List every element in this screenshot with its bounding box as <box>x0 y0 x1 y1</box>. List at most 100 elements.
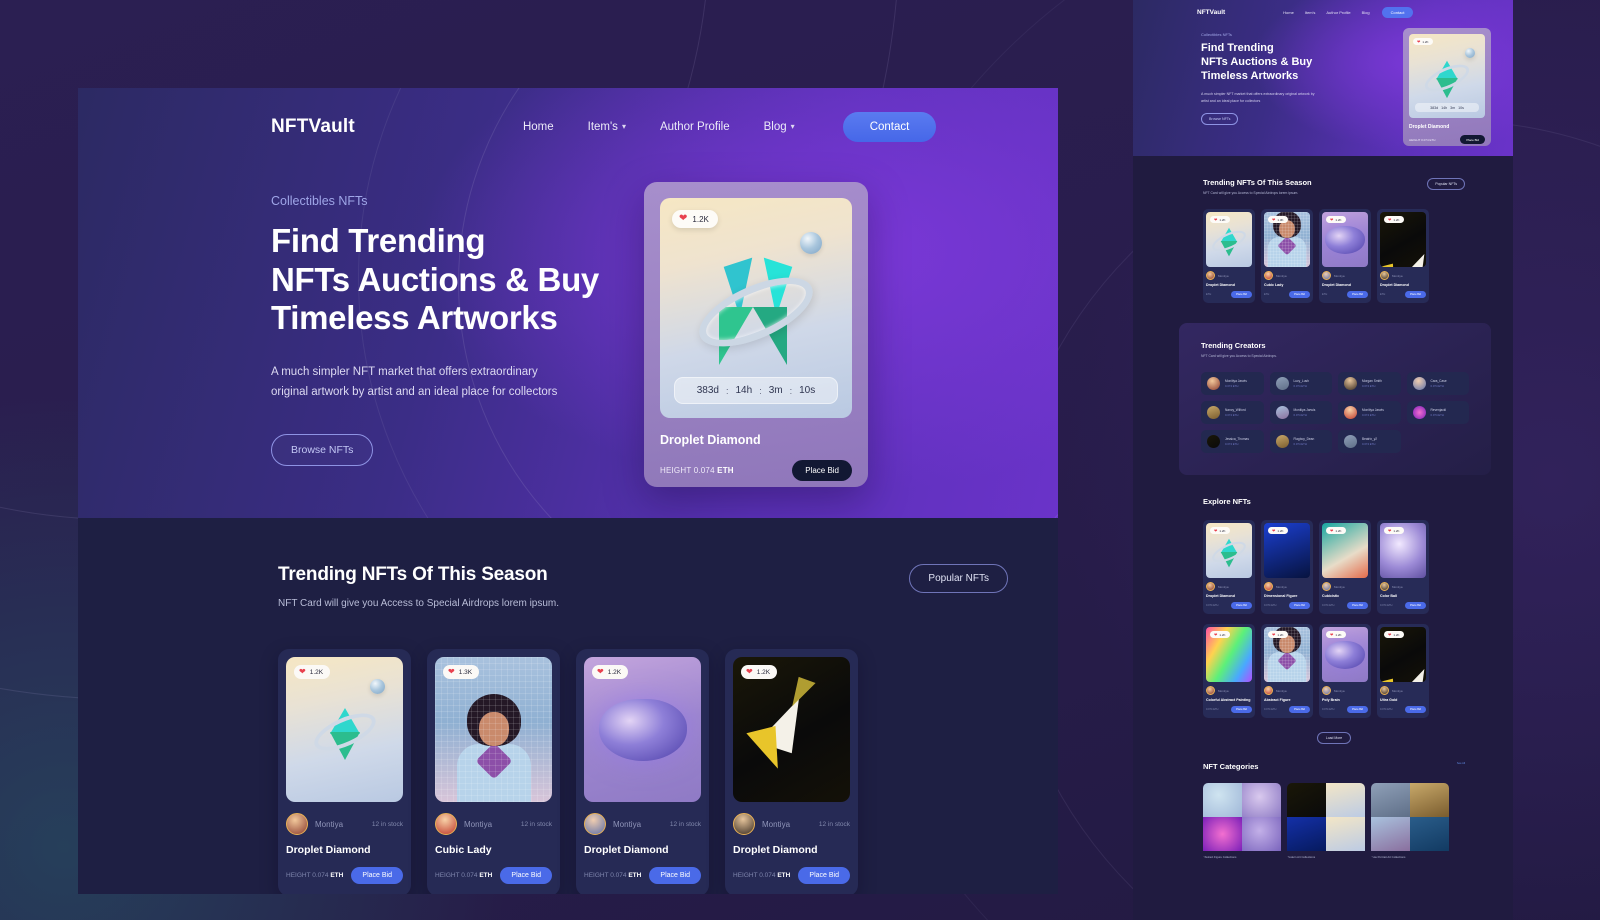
preview-nft-card[interactable]: ❤ 1.2K Montiya Color Ball 0.074 ETH Place … <box>1377 520 1429 614</box>
like-badge[interactable]: ❤ 1.3K <box>443 665 480 679</box>
preview-nav-item-author-profile[interactable]: Author Profile <box>1326 10 1350 15</box>
place-bid-button[interactable]: Place Bid <box>792 460 852 481</box>
like-badge[interactable]: ❤ 1.2K <box>1413 38 1433 45</box>
nft-card[interactable]: ❤ 1.2K Montiya 12 in stock Droplet Diamo… <box>278 649 411 894</box>
preview-browse-nfts-button[interactable]: Browse NFTs <box>1201 113 1239 126</box>
preview-place-bid-button[interactable]: Place Bid <box>1289 706 1310 713</box>
preview-place-bid-button[interactable]: Place Bid <box>1347 706 1368 713</box>
like-badge[interactable]: ❤ 1.2K <box>1210 631 1230 638</box>
preview-nft-card[interactable]: ❤ 1.2K Montiya Droplet Diamond ETH Place… <box>1319 209 1371 303</box>
like-badge[interactable]: ❤ 1.2K <box>592 665 629 679</box>
preview-hero-nft-card[interactable]: ❤ 1.2K 383d 14h 3m 10s Droplet Diamond H… <box>1403 28 1491 146</box>
nav-item-home[interactable]: Home <box>523 121 554 133</box>
creator-card[interactable]: Monitiya Jarwis 0.074 ETH <box>1201 372 1264 395</box>
preview-place-bid-button[interactable]: Place Bid <box>1231 602 1252 609</box>
avatar <box>1275 406 1289 419</box>
preview-place-bid-button[interactable]: Place Bid <box>1289 291 1310 298</box>
brand-logo[interactable]: NFTVault <box>271 116 355 138</box>
like-badge[interactable]: ❤ 1.2K <box>1384 527 1404 534</box>
creator-card[interactable]: Monitiya Jarwis 0.074 ETH <box>1269 401 1332 424</box>
like-badge[interactable]: ❤ 1.2K <box>1210 216 1230 223</box>
see-all-link[interactable]: See All <box>1457 762 1465 765</box>
nft-card[interactable]: ❤ 1.2K Montiya 12 in stock Droplet Diamo… <box>576 649 709 894</box>
preview-popular-nfts-button[interactable]: Popular NFTs <box>1427 178 1465 190</box>
like-badge[interactable]: ❤ 1.2K <box>1326 216 1346 223</box>
contact-button[interactable]: Contact <box>842 112 937 142</box>
preview-place-bid-button[interactable]: Place Bid <box>1405 706 1426 713</box>
creator-card[interactable]: Flagboy_Dean 0.074 ETH <box>1269 430 1332 453</box>
like-badge[interactable]: ❤ 1.2K <box>1210 527 1230 534</box>
preview-nft-thumbnail: ❤ 1.2K <box>1380 627 1426 682</box>
preview-nft-footer: ETH Place Bid <box>1380 291 1426 298</box>
place-bid-button[interactable]: Place Bid <box>798 867 850 884</box>
preview-brand-logo[interactable]: NFTVault <box>1197 9 1225 16</box>
place-bid-button[interactable]: Place Bid <box>500 867 552 884</box>
category-tile <box>1203 817 1242 851</box>
creator-name: Flagboy_Dean <box>1293 437 1315 441</box>
preview-nft-author: Montiya <box>1218 688 1229 693</box>
place-bid-button[interactable]: Place Bid <box>649 867 701 884</box>
preview-nft-card[interactable]: ❤ 1.2K Montiya Cubicistic 0.074 ETH Place … <box>1319 520 1371 614</box>
nav-item-items[interactable]: Item's ▾ <box>588 121 626 133</box>
preview-nav-item-blog[interactable]: Blog <box>1362 10 1370 15</box>
browse-nfts-button[interactable]: Browse NFTs <box>271 434 374 467</box>
preview-nft-card[interactable]: ❤ 1.2K Montiya Ultra Gold 0.074 ETH Place … <box>1377 624 1429 718</box>
preview-nft-card[interactable]: ❤ 1.3K Montiya Cubic Lady ETH Place Bid <box>1261 209 1313 303</box>
like-badge[interactable]: ❤ 1.2K <box>1268 631 1288 638</box>
creator-card[interactable]: Cara_Case 0.074 ETH <box>1406 372 1469 395</box>
nav-item-blog[interactable]: Blog ▾ <box>764 121 795 133</box>
creator-card[interactable]: Beatrix_y2 0.074 ETH <box>1338 430 1401 453</box>
like-badge[interactable]: ❤ 1.3K <box>1268 216 1288 223</box>
nft-card[interactable]: ❤ 1.2K Montiya 12 in stock Droplet Diamo… <box>725 649 858 894</box>
preview-place-bid-button[interactable]: Place Bid <box>1460 135 1485 144</box>
creator-card[interactable]: Nancy_Wilford 0.074 ETH <box>1201 401 1264 424</box>
preview-nft-price: ETH <box>1206 293 1212 296</box>
preview-place-bid-button[interactable]: Place Bid <box>1231 291 1252 298</box>
nav-item-author-profile[interactable]: Author Profile <box>660 121 730 133</box>
preview-nft-card[interactable]: ❤ 1.2K Montiya Droplet Diamond 0.074 ETH P… <box>1203 520 1255 614</box>
like-badge[interactable]: ❤ 1.2K <box>1384 631 1404 638</box>
nft-footer: HEIGHT 0.074 ETH Place Bid <box>733 867 850 884</box>
preview-place-bid-button[interactable]: Place Bid <box>1347 602 1368 609</box>
preview-place-bid-button[interactable]: Place Bid <box>1231 706 1252 713</box>
preview-nft-card[interactable]: ❤ 1.2K Montiya Droplet Diamond ETH Place… <box>1377 209 1429 303</box>
preview-nft-card[interactable]: ❤ 1.2K Montiya Droplet Diamond ETH Place… <box>1203 209 1255 303</box>
preview-place-bid-button[interactable]: Place Bid <box>1289 602 1310 609</box>
like-badge[interactable]: ❤ 1.2K <box>1384 216 1404 223</box>
shard-artwork <box>1380 678 1398 682</box>
creator-card[interactable]: Jessica_Thomas 0.074 ETH <box>1201 430 1264 453</box>
full-page-preview[interactable]: NFTVault Home Item's Author Profile Blog… <box>1133 0 1513 920</box>
place-bid-button[interactable]: Place Bid <box>351 867 403 884</box>
hero-nft-card[interactable]: ❤ 1.2K 383d : 14h : 3m : 10s Droplet Dia… <box>644 182 868 487</box>
like-badge[interactable]: ❤ 1.2K <box>672 210 718 228</box>
creator-card[interactable]: Revenjackl 0.074 ETH <box>1406 401 1469 424</box>
like-badge[interactable]: ❤ 1.2K <box>294 665 331 679</box>
creator-info: Monitiya Jarwis 0.074 ETH <box>1362 408 1384 417</box>
creator-card[interactable]: Lucy_Lush 0.074 ETH <box>1269 372 1332 395</box>
popular-nfts-button[interactable]: Popular NFTs <box>909 564 1008 593</box>
creator-card[interactable]: Monitiya Jarwis 0.074 ETH <box>1338 401 1401 424</box>
preview-nft-card[interactable]: ❤ 1.2K Montiya Poly Brain 0.074 ETH Place … <box>1319 624 1371 718</box>
preview-place-bid-button[interactable]: Place Bid <box>1347 291 1368 298</box>
preview-nav-item-home[interactable]: Home <box>1283 10 1294 15</box>
preview-place-bid-button[interactable]: Place Bid <box>1405 602 1426 609</box>
preview-nav-item-items[interactable]: Item's <box>1305 10 1316 15</box>
preview-nft-card[interactable]: ❤ 1.2K Montiya Dimensional Figure 0.074 E… <box>1261 520 1313 614</box>
category-card[interactable]: Cute Portrait Art Collections <box>1371 783 1449 859</box>
heart-icon: ❤ <box>448 667 455 676</box>
like-badge[interactable]: ❤ 1.2K <box>741 665 778 679</box>
preview-contact-button[interactable]: Contact <box>1381 7 1414 18</box>
load-more-button[interactable]: Load More <box>1316 732 1352 744</box>
like-badge[interactable]: ❤ 1.2K <box>1326 527 1346 534</box>
preview-nft-card[interactable]: ❤ 1.2K Montiya Colorful Abstract Painting… <box>1203 624 1255 718</box>
like-badge[interactable]: ❤ 1.2K <box>1326 631 1346 638</box>
preview-place-bid-button[interactable]: Place Bid <box>1405 291 1426 298</box>
creator-card[interactable]: Morgan Smith 0.074 ETH <box>1338 372 1401 395</box>
nft-card[interactable]: ❤ 1.3K Montiya 12 in stock Cubic Lady HE… <box>427 649 560 894</box>
category-tile <box>1242 783 1281 817</box>
category-card[interactable]: Abstract Figure Collections <box>1203 783 1281 859</box>
preview-nft-card[interactable]: ❤ 1.2K Montiya Abstract Figure 0.074 ETH P… <box>1261 624 1313 718</box>
preview-nft-author: Montiya <box>1218 273 1229 278</box>
category-card[interactable]: Modern Art Collections <box>1287 783 1365 859</box>
like-badge[interactable]: ❤ 1.2K <box>1268 527 1288 534</box>
